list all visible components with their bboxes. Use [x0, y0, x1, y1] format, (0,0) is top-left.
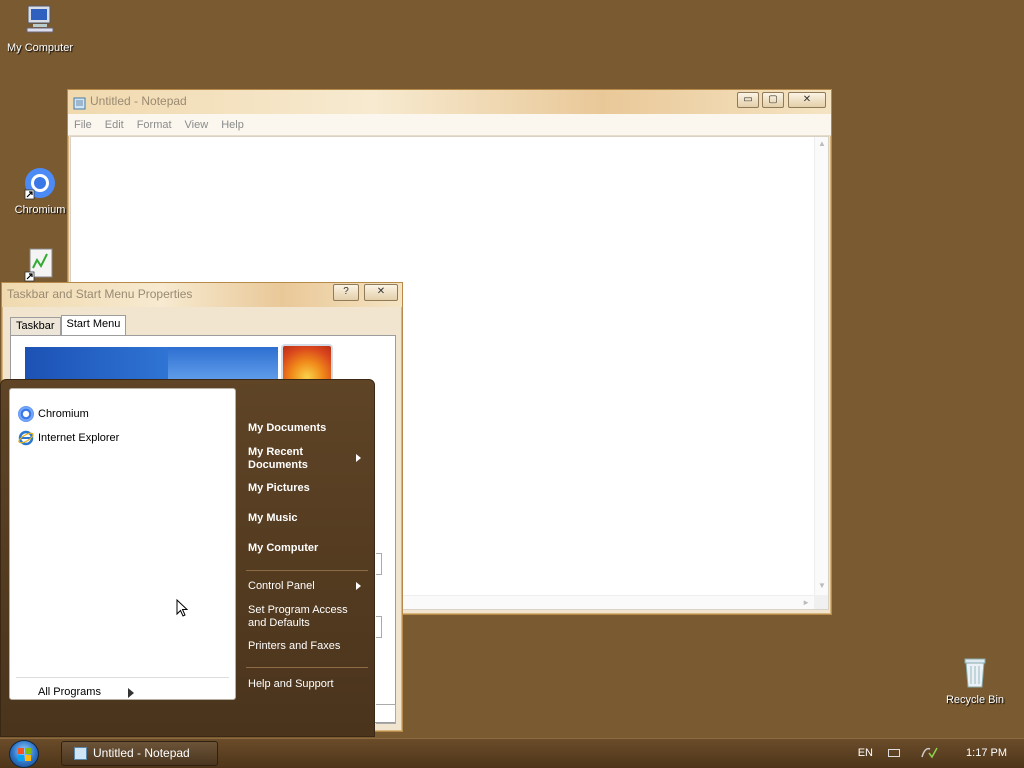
close-icon: ✕ — [802, 94, 812, 105]
start-link-my-pictures[interactable]: My Pictures — [248, 482, 310, 495]
language-indicator[interactable]: EN — [858, 747, 873, 759]
clock[interactable]: 1:17 PM — [966, 747, 1007, 759]
start-link-my-documents[interactable]: My Documents — [248, 422, 326, 435]
start-item-label: Chromium — [38, 408, 89, 420]
start-link-set-program-access[interactable]: Set Program Access and Defaults — [248, 604, 358, 630]
start-menu-separator — [246, 667, 368, 668]
keyboard-icon[interactable] — [888, 749, 900, 757]
menu-view[interactable]: View — [185, 119, 209, 131]
minimize-icon: ▭ — [743, 94, 753, 105]
close-button[interactable]: ✕ — [788, 92, 826, 108]
start-link-my-computer[interactable]: My Computer — [248, 542, 318, 555]
tab-taskbar[interactable]: Taskbar — [10, 317, 61, 335]
start-menu-separator — [16, 677, 229, 678]
dialog-tabs: Taskbar Start Menu — [10, 315, 127, 336]
internet-explorer-icon — [18, 430, 34, 446]
notepad-icon — [73, 95, 86, 110]
recycle-bin-icon — [958, 656, 992, 690]
desktop-icon-my-computer[interactable]: My Computer — [0, 4, 80, 54]
maximize-icon: ▢ — [768, 94, 778, 105]
my-computer-icon — [23, 4, 57, 38]
resize-grip[interactable] — [814, 595, 828, 609]
dialog-close-button[interactable]: ✕ — [364, 284, 398, 301]
desktop-icon-label: My Computer — [6, 42, 74, 54]
customize-area-1 — [376, 553, 382, 575]
start-item-chromium[interactable]: Chromium — [18, 406, 89, 422]
all-programs-arrow-icon — [128, 688, 134, 698]
maximize-button[interactable]: ▢ — [762, 92, 784, 108]
start-link-my-recent-documents[interactable]: My Recent Documents — [248, 446, 328, 472]
help-button[interactable]: ? — [333, 284, 359, 301]
start-link-my-music[interactable]: My Music — [248, 512, 298, 525]
notepad-titlebar[interactable]: Untitled - Notepad ▭ ▢ ✕ — [68, 90, 831, 114]
dialog-button-edge — [376, 704, 396, 724]
dialog-title: Taskbar and Start Menu Properties — [7, 287, 193, 301]
desktop-icon-recycle-bin[interactable]: Recycle Bin — [935, 656, 1015, 706]
chromium-icon — [23, 166, 57, 200]
notepad-icon — [74, 747, 87, 760]
start-menu: Chromium Internet Explorer All Programs … — [0, 379, 375, 737]
start-link-help-and-support[interactable]: Help and Support — [248, 678, 334, 691]
taskbar-button-notepad[interactable]: Untitled - Notepad — [61, 741, 218, 766]
menu-help[interactable]: Help — [221, 119, 244, 131]
start-item-internet-explorer[interactable]: Internet Explorer — [18, 430, 119, 446]
scroll-down-icon[interactable]: ▼ — [818, 581, 826, 590]
taskbar: Untitled - Notepad EN 1:17 PM — [0, 738, 1024, 768]
help-icon: ? — [343, 286, 349, 297]
vertical-scrollbar[interactable]: ▲ ▼ — [814, 137, 828, 609]
dialog-titlebar[interactable]: Taskbar and Start Menu Properties ? ✕ — [2, 283, 402, 307]
all-programs-button[interactable]: All Programs — [38, 686, 101, 698]
menu-edit[interactable]: Edit — [105, 119, 124, 131]
start-menu-programs-pane: Chromium Internet Explorer All Programs — [9, 388, 236, 700]
minimize-button[interactable]: ▭ — [737, 92, 759, 108]
taskbar-button-label: Untitled - Notepad — [93, 746, 190, 760]
notepad-menubar: File Edit Format View Help — [68, 114, 831, 136]
network-icon[interactable] — [920, 745, 938, 764]
chromium-icon — [18, 406, 34, 422]
desktop-icon-label: Recycle Bin — [945, 694, 1005, 706]
windows-logo-icon — [18, 748, 31, 761]
start-menu-separator — [246, 570, 368, 571]
notepad-title: Untitled - Notepad — [90, 94, 187, 108]
submenu-arrow-icon — [356, 582, 361, 590]
tab-start-menu[interactable]: Start Menu — [60, 315, 127, 336]
start-button[interactable] — [9, 740, 39, 768]
start-item-label: Internet Explorer — [38, 432, 120, 444]
start-link-printers-and-faxes[interactable]: Printers and Faxes — [248, 640, 340, 653]
scroll-up-icon[interactable]: ▲ — [818, 139, 826, 148]
menu-format[interactable]: Format — [137, 119, 172, 131]
scroll-right-icon[interactable]: ► — [802, 598, 810, 607]
close-icon: ✕ — [376, 286, 386, 297]
submenu-arrow-icon — [356, 454, 361, 462]
start-link-control-panel[interactable]: Control Panel — [248, 580, 315, 593]
menu-file[interactable]: File — [74, 119, 92, 131]
mouse-cursor-icon — [176, 598, 190, 622]
spreadsheet-shortcut-icon — [23, 248, 57, 282]
customize-area-2 — [376, 616, 382, 638]
